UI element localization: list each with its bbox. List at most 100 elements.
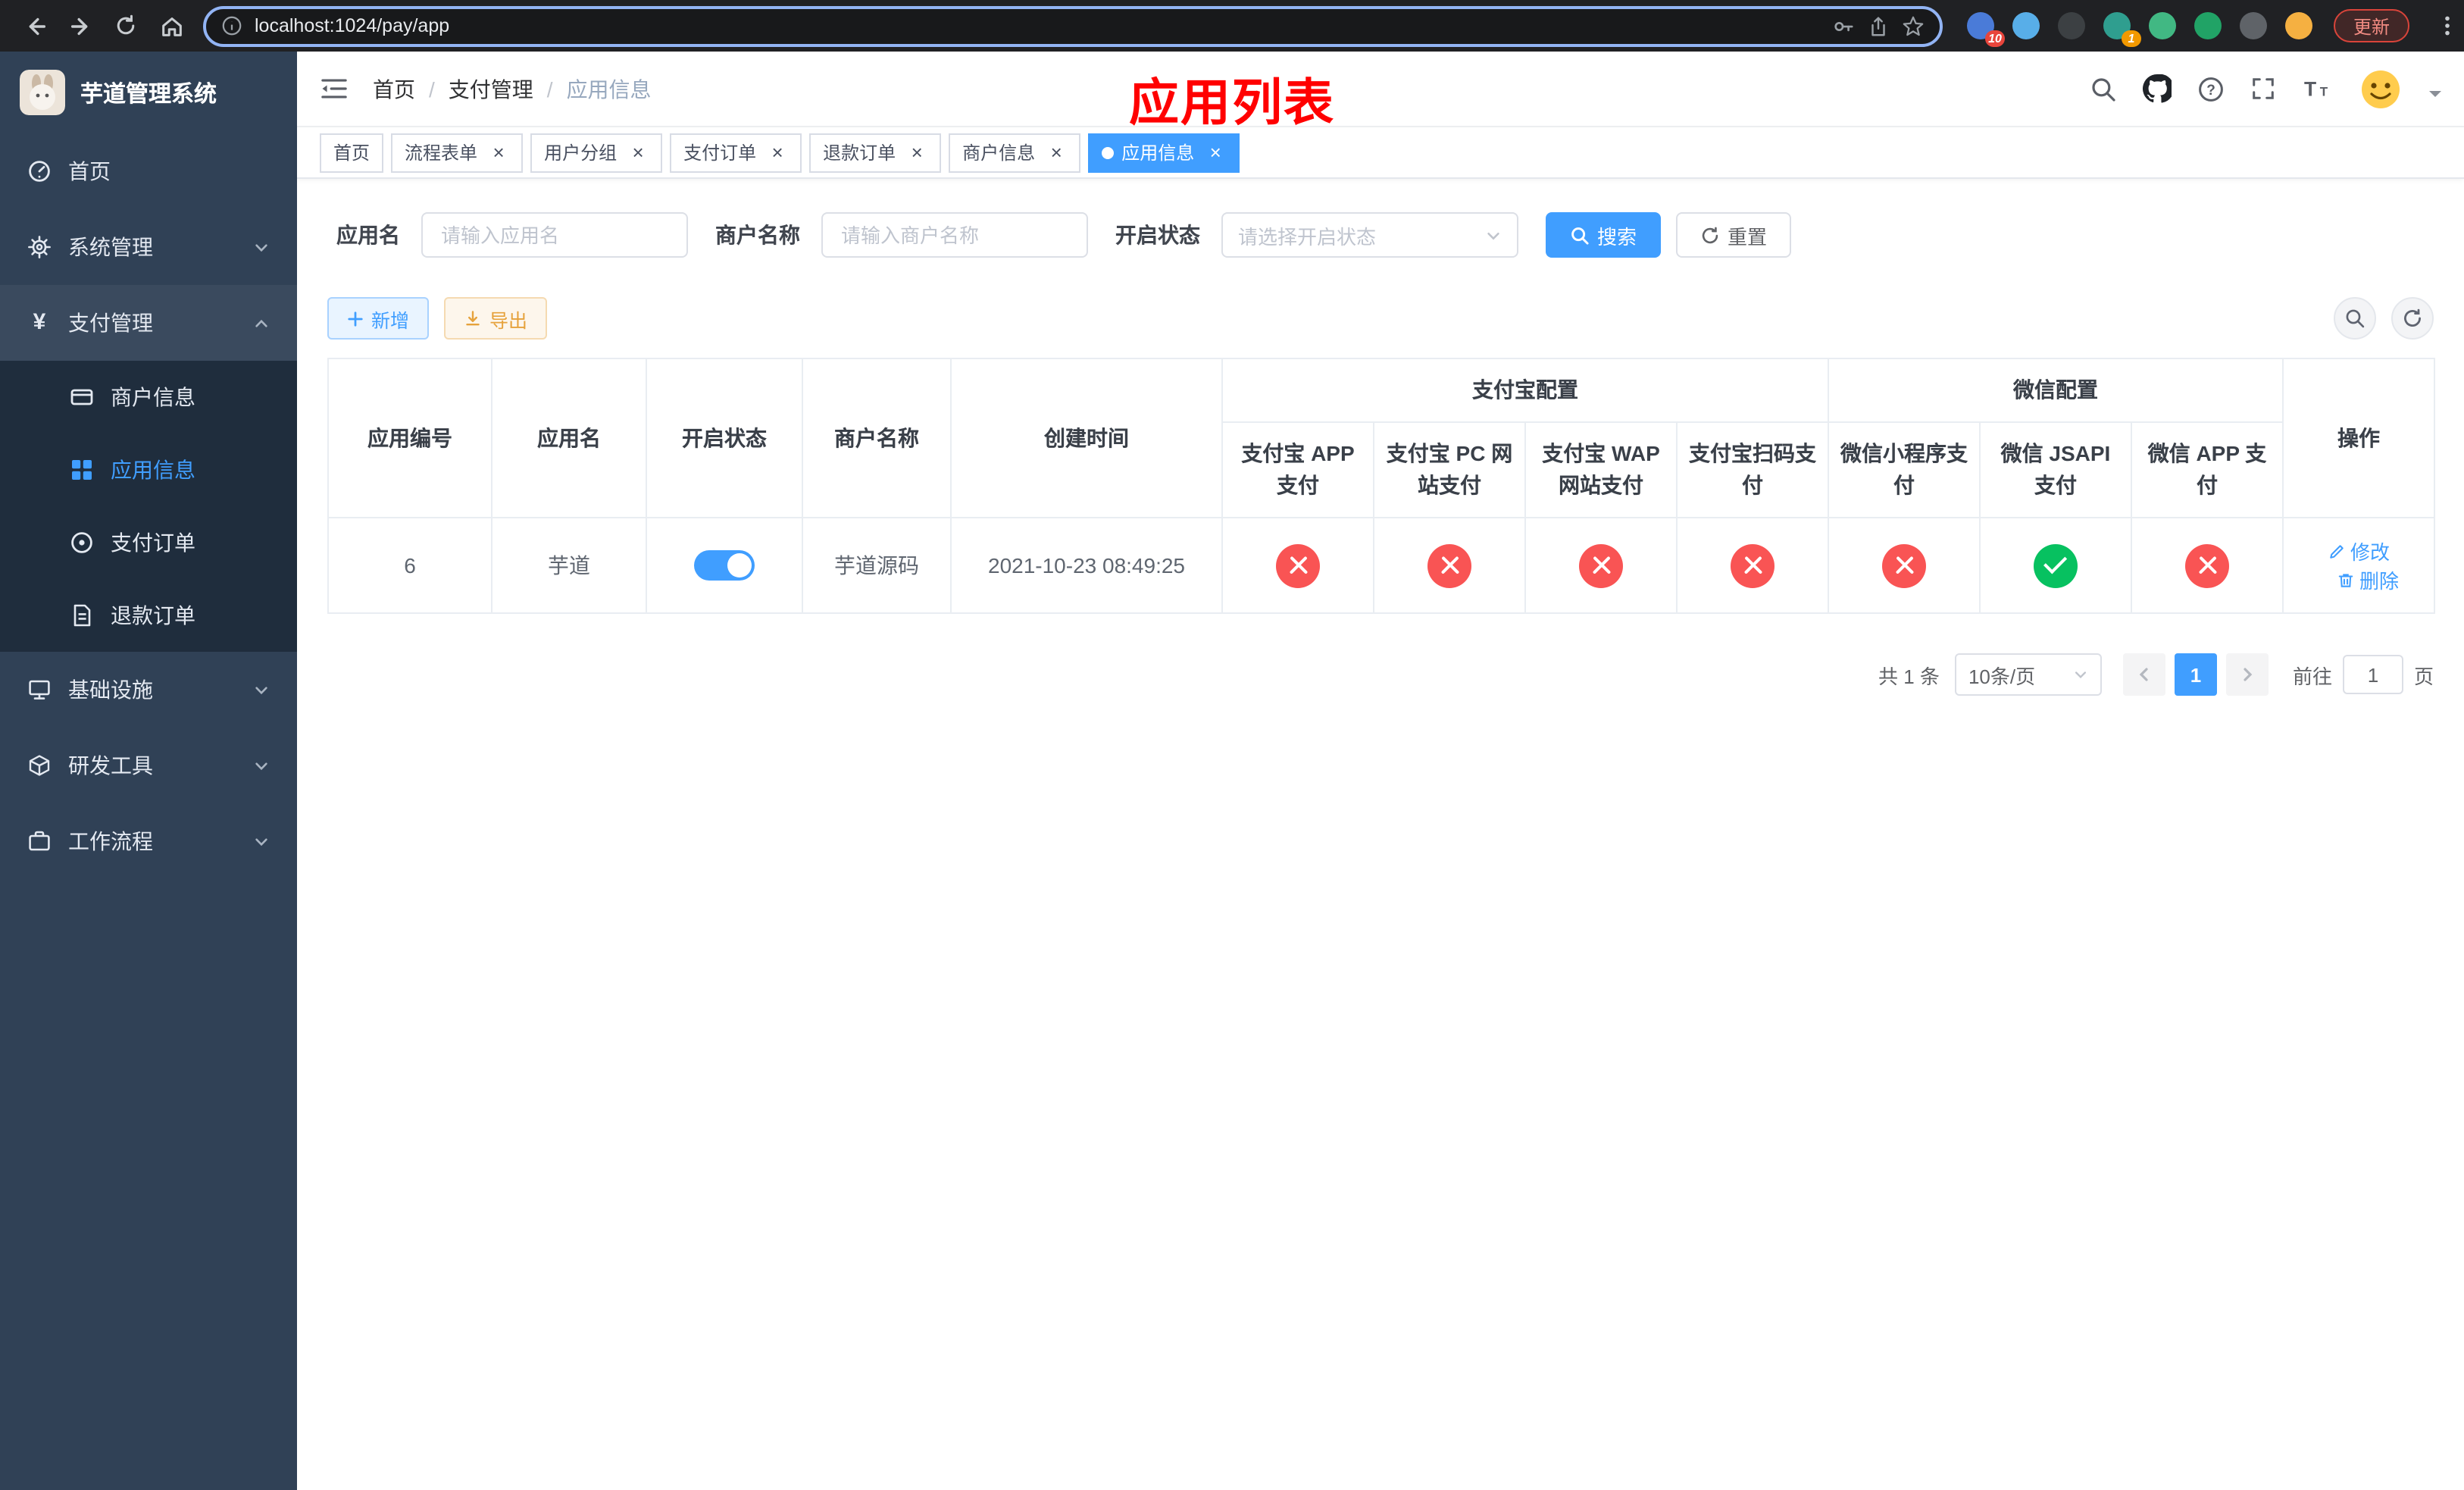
col-create-time: 创建时间 [950, 358, 1223, 518]
col-alipay-qr: 支付宝扫码支付 [1676, 421, 1829, 518]
address-bar[interactable]: localhost:1024/pay/app [203, 5, 1943, 46]
tab-label: 支付订单 [683, 142, 757, 164]
cell-status [646, 517, 803, 614]
tab-label: 首页 [333, 142, 371, 164]
sidebar-item-payment-mgmt[interactable]: ¥ 支付管理 [0, 285, 297, 361]
col-app-id: 应用编号 [327, 358, 492, 518]
tab-refund-order[interactable]: 退款订单 × [809, 133, 942, 172]
extension-icon[interactable] [2285, 12, 2312, 39]
sidebar-item-pay-order[interactable]: 支付订单 [0, 506, 297, 579]
avatar-caret-icon [2429, 90, 2441, 102]
filter-form: 应用名 商户名称 开启状态 请选择开启状态 [336, 212, 2434, 258]
sidebar-item-refund-order[interactable]: 退款订单 [0, 579, 297, 652]
key-icon[interactable] [1832, 14, 1855, 37]
url-text[interactable]: localhost:1024/pay/app [255, 15, 1820, 36]
card-icon [70, 385, 94, 409]
edit-button-label: 修改 [2350, 541, 2390, 564]
app-table: 应用编号 应用名 开启状态 商户名称 创建时间 支付宝配置 微信配置 操作 支付… [327, 358, 2435, 614]
sidebar-item-label: 工作流程 [68, 829, 153, 853]
tab-user-group[interactable]: 用户分组 × [530, 133, 663, 172]
add-button[interactable]: 新增 [327, 297, 430, 340]
extension-icon[interactable] [2012, 12, 2040, 39]
breadcrumb-home[interactable]: 首页 [373, 74, 415, 104]
table-toolbar: 新增 导出 [327, 297, 2434, 340]
breadcrumb-payment[interactable]: 支付管理 [449, 74, 533, 104]
reset-button[interactable]: 重置 [1676, 212, 1792, 258]
browser-chrome: localhost:1024/pay/app 10 1 更新 [0, 0, 2464, 52]
extension-icon[interactable] [2149, 12, 2176, 39]
delete-button[interactable]: 删除 [2337, 565, 2399, 594]
github-icon[interactable] [2143, 74, 2172, 103]
chevron-down-icon [253, 681, 270, 698]
sidebar-item-infrastructure[interactable]: 基础设施 [0, 652, 297, 728]
extension-icon[interactable] [2240, 12, 2267, 39]
close-icon[interactable]: × [627, 142, 649, 163]
page-size-select[interactable]: 10条/页 [1954, 653, 2102, 696]
page-content: 应用名 商户名称 开启状态 请选择开启状态 [297, 179, 2464, 1490]
extension-icon[interactable]: 10 [1967, 12, 2005, 47]
sidebar-item-label: 基础设施 [68, 678, 153, 702]
screen: localhost:1024/pay/app 10 1 更新 芋道管理系统 首页… [0, 0, 2464, 1490]
prev-page-button[interactable] [2122, 653, 2165, 696]
col-alipay-pc: 支付宝 PC 网站支付 [1373, 421, 1526, 518]
help-icon[interactable]: ? [2197, 75, 2225, 102]
refresh-table-button[interactable] [2391, 297, 2434, 340]
browser-menu-icon[interactable] [2428, 6, 2464, 45]
forward-icon[interactable] [61, 6, 100, 45]
goto-page-input[interactable] [2342, 655, 2403, 694]
info-icon[interactable] [221, 15, 242, 36]
app-name-input[interactable] [421, 212, 688, 258]
page-number-1[interactable]: 1 [2174, 653, 2217, 696]
refresh-icon[interactable] [106, 6, 145, 45]
status-toggle[interactable] [694, 550, 755, 581]
close-icon[interactable]: × [1046, 142, 1067, 163]
tab-pay-order[interactable]: 支付订单 × [670, 133, 802, 172]
user-avatar[interactable] [2358, 66, 2403, 111]
app-title: 芋道管理系统 [80, 81, 217, 107]
close-icon[interactable]: × [1205, 142, 1226, 163]
sidebar-item-app-info[interactable]: 应用信息 [0, 434, 297, 506]
edit-button[interactable]: 修改 [2328, 537, 2390, 565]
home-icon[interactable] [152, 6, 191, 45]
close-icon[interactable]: × [767, 142, 788, 163]
sidebar-item-workflow[interactable]: 工作流程 [0, 803, 297, 879]
close-icon[interactable]: × [906, 142, 927, 163]
status-select[interactable]: 请选择开启状态 [1221, 212, 1518, 258]
tab-label: 退款订单 [823, 142, 896, 164]
add-button-label: 新增 [371, 310, 410, 331]
pagination: 共 1 条 10条/页 1 前往 页 [327, 653, 2434, 696]
merchant-name-input[interactable] [821, 212, 1088, 258]
next-page-button[interactable] [2225, 653, 2269, 696]
font-size-icon[interactable]: TT [2302, 76, 2332, 102]
chevron-down-icon [1487, 231, 1499, 239]
pagination-total: 共 1 条 [1878, 665, 1940, 687]
extension-icon[interactable] [2194, 12, 2222, 39]
back-icon[interactable] [15, 6, 55, 45]
browser-update-button[interactable]: 更新 [2334, 9, 2410, 42]
fullscreen-icon[interactable] [2250, 76, 2276, 102]
search-icon[interactable] [2090, 75, 2117, 102]
chevron-down-icon [253, 239, 270, 255]
sidebar-item-dev-tools[interactable]: 研发工具 [0, 728, 297, 803]
sidebar-item-merchant-info[interactable]: 商户信息 [0, 361, 297, 434]
extension-icon[interactable]: 1 [2103, 12, 2141, 47]
extension-icon[interactable] [2058, 12, 2085, 39]
export-button[interactable]: 导出 [444, 297, 548, 340]
sidebar-item-system-mgmt[interactable]: 系统管理 [0, 209, 297, 285]
alipay-pc-status-icon [1427, 543, 1471, 587]
close-icon[interactable]: × [488, 142, 509, 163]
share-icon[interactable] [1867, 14, 1890, 37]
show-search-button[interactable] [2334, 297, 2376, 340]
tab-app-info[interactable]: 应用信息 × [1088, 133, 1240, 172]
logo-avatar [20, 70, 65, 115]
tab-home[interactable]: 首页 [320, 133, 384, 172]
app-logo[interactable]: 芋道管理系统 [0, 52, 297, 133]
cell-merchant-name: 芋道源码 [802, 517, 952, 614]
tab-merchant-info[interactable]: 商户信息 × [949, 133, 1081, 172]
sidebar-item-home[interactable]: 首页 [0, 133, 297, 209]
plus-icon [348, 311, 363, 326]
star-icon[interactable] [1902, 14, 1925, 37]
tab-process-form[interactable]: 流程表单 × [391, 133, 524, 172]
sidebar-toggle-icon[interactable] [320, 76, 349, 102]
search-button[interactable]: 搜索 [1546, 212, 1662, 258]
